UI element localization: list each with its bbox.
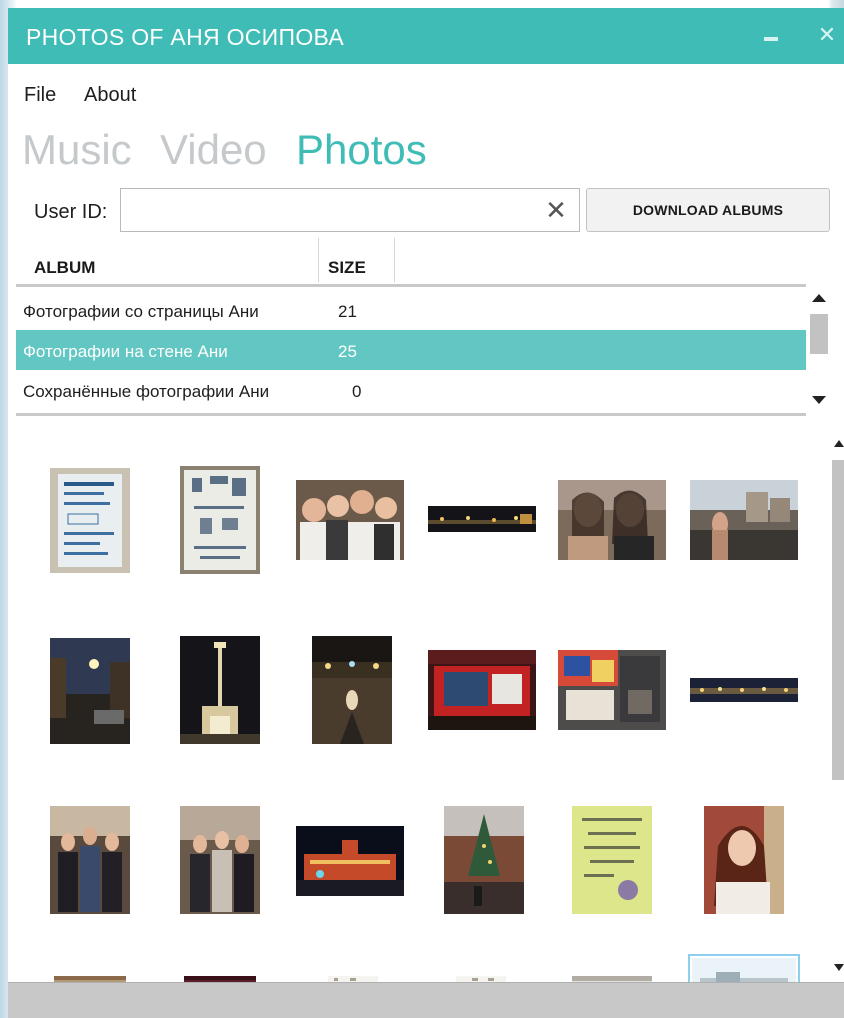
photo-image [558,480,666,560]
table-divider-bottom [16,413,806,416]
photo-grid [24,438,830,982]
user-id-field: ✕ [120,188,580,232]
scroll-up-icon[interactable] [812,294,826,302]
close-icon: ✕ [817,22,837,47]
status-bar [8,982,844,1018]
close-button[interactable]: ✕ [810,18,844,52]
photo-thumbnail-selected[interactable] [688,954,800,982]
title-bar[interactable]: PHOTOS OF АНЯ ОСИПОВА ✕ [8,8,844,64]
scroll-down-icon[interactable] [834,964,844,971]
menu-item-file[interactable]: File [24,84,56,107]
photo-thumbnail[interactable] [444,806,524,914]
scrollbar-thumb[interactable] [832,460,844,780]
photo-image [558,650,666,730]
photo-thumbnail[interactable] [296,826,404,896]
photo-thumbnail[interactable] [690,678,798,702]
photo-image [444,806,524,914]
album-list-scrollbar[interactable] [808,290,832,412]
tab-photos[interactable]: Photos [296,126,427,174]
column-divider[interactable] [394,238,395,282]
tab-video[interactable]: Video [160,126,267,174]
photo-image [690,480,798,560]
table-divider-top [16,284,806,287]
album-row-selected[interactable]: Фотографии на стене Ани 25 [16,330,806,370]
download-albums-button[interactable]: DOWNLOAD ALBUMS [586,188,830,232]
album-size: 21 [338,302,357,321]
photo-thumbnail[interactable] [558,480,666,560]
album-name: Фотографии со страницы Ани [23,302,259,321]
album-row[interactable]: Сохранённые фотографии Ани 0 [16,370,806,410]
album-row[interactable]: Фотографии со страницы Ани 21 [16,290,806,330]
window-title: PHOTOS OF АНЯ ОСИПОВА [26,24,345,50]
photo-thumbnail[interactable] [690,480,798,560]
photo-thumbnail[interactable] [572,806,652,914]
album-size: 0 [352,382,362,401]
photo-image [180,466,260,574]
photo-image [704,806,784,914]
user-id-label: User ID: [34,201,108,223]
album-table-header: ALBUM SIZE [16,238,806,284]
photo-thumbnail[interactable] [428,506,536,532]
photo-image [572,806,652,914]
scroll-up-icon[interactable] [834,440,844,447]
photo-image [296,480,404,560]
menu-bar: File About [8,64,844,112]
menu-item-about[interactable]: About [84,84,136,107]
scroll-down-icon[interactable] [812,396,826,404]
photo-thumbnail[interactable] [50,468,130,573]
minimize-icon [764,37,778,41]
photo-image [50,468,130,573]
photo-thumbnail[interactable] [704,806,784,914]
photo-image [50,638,130,744]
album-name: Фотографии на стене Ани [23,342,228,361]
photo-thumbnail[interactable] [180,466,260,574]
photo-thumbnail[interactable] [50,806,130,914]
photo-image [296,826,404,896]
scrollbar-thumb[interactable] [810,314,828,354]
column-divider[interactable] [318,238,319,282]
minimize-button[interactable] [754,18,788,52]
photo-image [50,806,130,914]
photo-image [692,958,796,982]
tab-music[interactable]: Music [22,126,132,174]
album-name: Сохранённые фотографии Ани [23,382,270,401]
photo-thumbnail[interactable] [312,636,392,744]
photo-thumbnail[interactable] [296,480,404,560]
column-header-size[interactable]: SIZE [328,258,366,278]
photo-image [180,806,260,914]
photo-image [312,636,392,744]
photo-thumbnail[interactable] [180,806,260,914]
photo-thumbnail[interactable] [558,650,666,730]
photo-image [428,650,536,730]
app-window: PHOTOS OF АНЯ ОСИПОВА ✕ File About Music… [8,8,844,1018]
photo-image [180,636,260,744]
clear-icon[interactable]: ✕ [543,195,569,225]
photo-thumbnail[interactable] [50,638,130,744]
photo-thumbnail[interactable] [428,650,536,730]
user-id-input[interactable] [127,195,537,225]
album-list: Фотографии со страницы Ани 21 Фотографии… [16,290,806,412]
photo-image [428,506,536,532]
photo-image [690,678,798,702]
photo-grid-scrollbar[interactable] [830,438,844,986]
photo-thumbnail[interactable] [180,636,260,744]
column-header-album[interactable]: ALBUM [34,258,95,278]
album-size: 25 [338,342,357,361]
